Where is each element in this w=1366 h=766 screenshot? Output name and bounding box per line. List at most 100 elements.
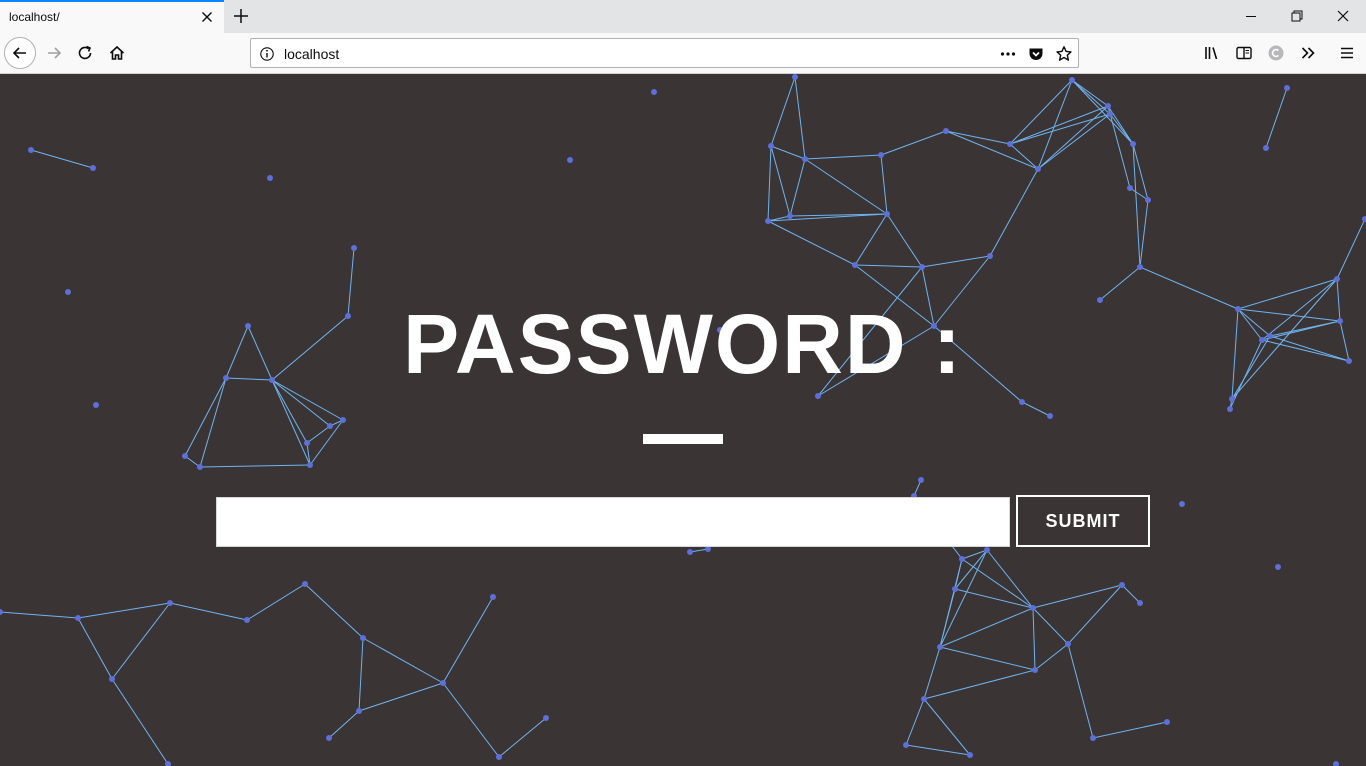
network-particle-dot <box>440 680 446 686</box>
network-particle-dot <box>1107 111 1113 117</box>
close-icon[interactable] <box>199 9 215 25</box>
sidebar-button[interactable] <box>1228 37 1260 69</box>
network-link-line <box>271 379 311 466</box>
network-particle-dot <box>987 253 993 259</box>
info-icon[interactable] <box>258 45 276 63</box>
network-particle-dot <box>815 393 821 399</box>
network-particle-dot <box>356 708 362 714</box>
tab-strip: localhost/ <box>0 0 1366 33</box>
network-link-line <box>1032 607 1069 645</box>
tab-title: localhost/ <box>9 10 60 24</box>
network-particle-dot <box>326 735 332 741</box>
more-dots-icon[interactable] <box>999 45 1017 63</box>
network-particle-dot <box>903 742 909 748</box>
network-link-line <box>1009 105 1109 145</box>
network-link-line <box>880 130 947 156</box>
network-link-line <box>362 637 444 684</box>
network-particle-dot <box>1130 141 1136 147</box>
network-link-line <box>989 168 1039 257</box>
network-particle-dot <box>490 594 496 600</box>
network-particle-dot <box>244 617 250 623</box>
restore-icon[interactable] <box>1286 6 1308 26</box>
minimize-icon[interactable] <box>1240 6 1262 26</box>
network-particle-dot <box>959 556 965 562</box>
network-particle-dot <box>327 423 333 429</box>
home-button[interactable] <box>101 37 133 69</box>
network-particle-dot <box>884 211 890 217</box>
network-link-line <box>1139 199 1149 268</box>
page-title: PASSWORD : <box>403 297 963 391</box>
reload-icon <box>78 45 92 60</box>
network-particle-dot <box>1229 396 1235 402</box>
network-link-line <box>271 379 331 427</box>
overflow-button[interactable] <box>1292 37 1324 69</box>
network-particle-dot <box>1179 501 1185 507</box>
network-link-line <box>1336 218 1366 280</box>
network-particle-dot <box>304 440 310 446</box>
network-particle-dot <box>1334 276 1340 282</box>
network-link-line <box>1071 79 1109 107</box>
close-window-icon[interactable] <box>1332 6 1354 26</box>
star-icon[interactable] <box>1055 45 1073 63</box>
network-particle-dot <box>1019 399 1025 405</box>
network-particle-dot <box>1047 413 1053 419</box>
network-link-line <box>961 558 1034 609</box>
network-particle-dot <box>496 754 502 760</box>
url-text[interactable]: localhost <box>284 46 339 62</box>
network-particle-dot <box>1164 719 1170 725</box>
network-link-line <box>1132 143 1141 268</box>
network-particle-dot <box>93 402 99 408</box>
network-link-line <box>880 154 888 215</box>
network-particle-dot <box>1263 145 1269 151</box>
network-link-line <box>184 377 227 457</box>
navigation-toolbar: localhost <box>0 33 1366 74</box>
password-input[interactable] <box>216 497 1010 547</box>
particle-network-background <box>0 74 1366 766</box>
menu-button[interactable] <box>1331 37 1363 69</box>
sidebar-icon <box>1236 46 1252 60</box>
network-particle-dot <box>267 175 273 181</box>
network-particle-dot <box>765 218 771 224</box>
chevron-double-right-icon <box>1301 47 1315 59</box>
network-link-line <box>939 607 1034 648</box>
title-underline-divider <box>643 434 723 444</box>
network-link-line <box>1107 105 1131 189</box>
plus-icon[interactable] <box>230 5 252 27</box>
network-link-line <box>794 76 806 160</box>
arrow-right-icon <box>48 47 62 59</box>
url-bar[interactable]: localhost <box>250 38 1079 68</box>
pocket-icon[interactable] <box>1027 45 1045 63</box>
network-link-line <box>498 717 547 758</box>
back-button[interactable] <box>4 37 36 69</box>
network-particle-dot <box>952 586 958 592</box>
network-particle-dot <box>1119 582 1125 588</box>
network-link-line <box>304 583 364 639</box>
network-link-line <box>923 646 941 700</box>
network-link-line <box>939 549 988 648</box>
reload-button[interactable] <box>69 37 101 69</box>
library-button[interactable] <box>1196 37 1228 69</box>
network-particle-dot <box>167 600 173 606</box>
forward-button[interactable] <box>38 37 70 69</box>
hamburger-menu-icon <box>1341 47 1353 59</box>
network-particle-dot <box>351 245 357 251</box>
network-particle-dot <box>937 644 943 650</box>
network-link-line <box>939 646 1036 671</box>
tab-localhost[interactable]: localhost/ <box>0 0 224 33</box>
network-link-line <box>886 213 923 268</box>
library-icon <box>1205 47 1218 60</box>
network-link-line <box>111 602 171 680</box>
network-particle-dot <box>919 264 925 270</box>
submit-button[interactable]: SUBMIT <box>1016 495 1150 547</box>
network-particle-dot <box>1284 85 1290 91</box>
network-particle-dot <box>768 143 774 149</box>
network-particle-dot <box>1030 605 1036 611</box>
network-particle-dot <box>1137 264 1143 270</box>
network-link-line <box>1109 113 1134 145</box>
network-particle-dot <box>1127 185 1133 191</box>
network-link-line <box>770 76 796 147</box>
network-particle-dot <box>28 147 34 153</box>
network-particle-dot <box>878 152 884 158</box>
extension-button[interactable] <box>1260 37 1292 69</box>
network-link-line <box>306 425 331 444</box>
